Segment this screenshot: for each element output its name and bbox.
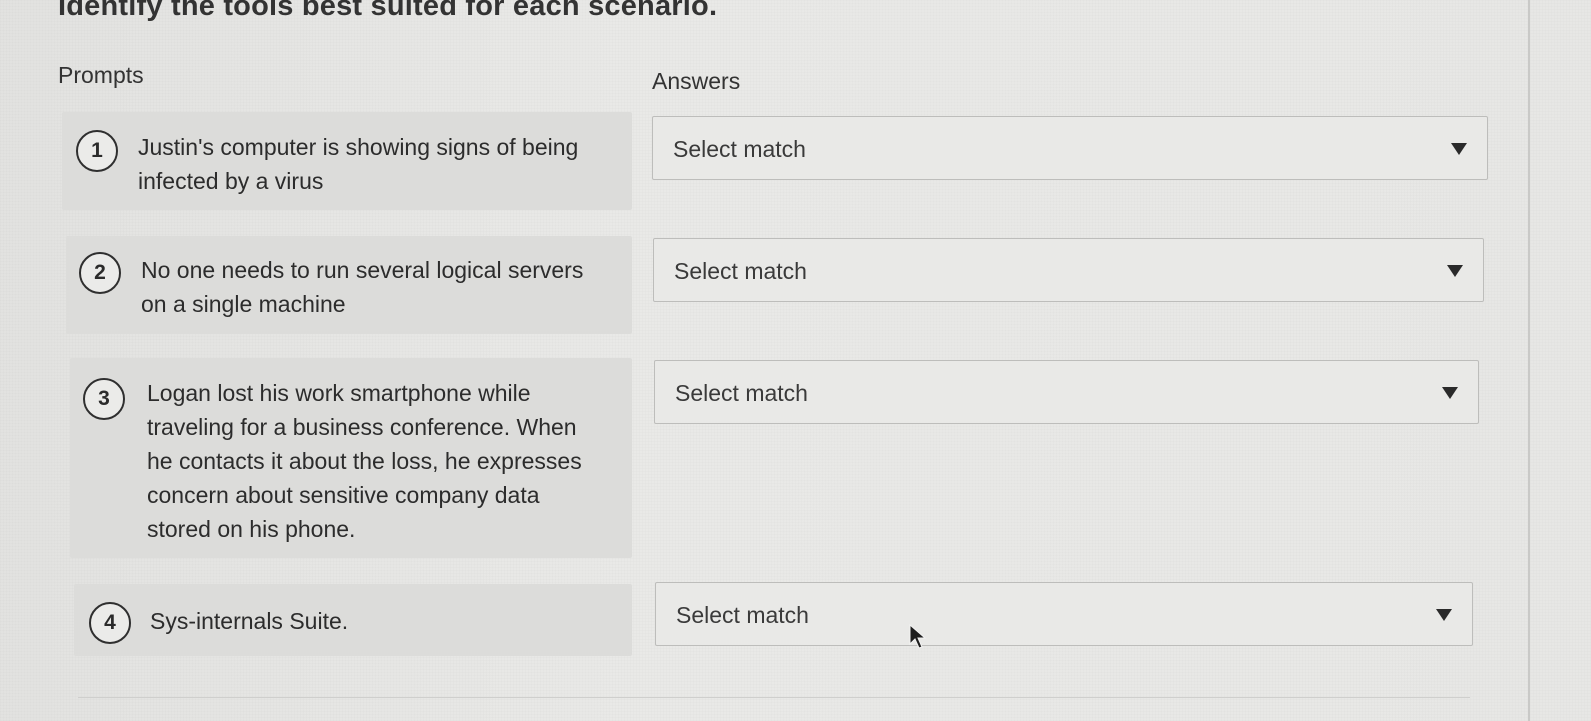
prompt-card-2: 2 No one needs to run several logical se… (66, 236, 632, 334)
caret-down-icon (1436, 609, 1452, 621)
answer-select-2[interactable]: Select match (653, 238, 1484, 302)
prompt-card-4: 4 Sys-internals Suite. (74, 584, 632, 656)
prompts-column-label: Prompts (58, 62, 144, 88)
select-value: Select match (676, 602, 809, 628)
question-heading: Identify the tools best suited for each … (58, 0, 718, 22)
select-value: Select match (673, 136, 806, 162)
prompt-line: No one needs to run several logical serv… (141, 257, 584, 283)
prompt-line: concern about sensitive company data (147, 482, 540, 508)
answer-select-1[interactable]: Select match (652, 116, 1488, 180)
prompt-line: Sys-internals Suite. (150, 608, 349, 634)
prompt-line: stored on his phone. (147, 516, 356, 542)
prompt-number-badge: 4 (89, 602, 131, 644)
section-divider (78, 697, 1470, 698)
prompt-line: Logan lost his work smartphone while (147, 380, 531, 406)
prompt-line: infected by a virus (138, 168, 324, 194)
prompt-text: Justin's computer is showing signs of be… (138, 130, 578, 198)
prompt-line: Justin's computer is showing signs of be… (138, 134, 579, 160)
prompt-text: Sys-internals Suite. (150, 604, 348, 638)
prompt-line: on a single machine (141, 291, 346, 317)
prompt-number-badge: 2 (79, 252, 121, 294)
prompt-line: he contacts it about the loss, he expres… (147, 448, 582, 474)
select-value: Select match (674, 258, 807, 284)
prompt-card-3: 3 Logan lost his work smartphone while t… (70, 358, 632, 558)
caret-down-icon (1442, 387, 1458, 399)
prompt-text: Logan lost his work smartphone while tra… (147, 376, 582, 546)
answer-select-4[interactable]: Select match (655, 582, 1473, 646)
page-edge-divider (1528, 0, 1530, 721)
prompt-card-1: 1 Justin's computer is showing signs of … (62, 112, 632, 210)
caret-down-icon (1447, 265, 1463, 277)
prompt-text: No one needs to run several logical serv… (141, 253, 583, 321)
caret-down-icon (1451, 143, 1467, 155)
prompt-number-badge: 1 (76, 130, 118, 172)
prompt-line: traveling for a business conference. Whe… (147, 414, 577, 440)
answer-select-3[interactable]: Select match (654, 360, 1479, 424)
prompt-number-badge: 3 (83, 378, 125, 420)
select-value: Select match (675, 380, 808, 406)
answers-column-label: Answers (652, 68, 741, 94)
mouse-pointer-icon (909, 624, 927, 649)
